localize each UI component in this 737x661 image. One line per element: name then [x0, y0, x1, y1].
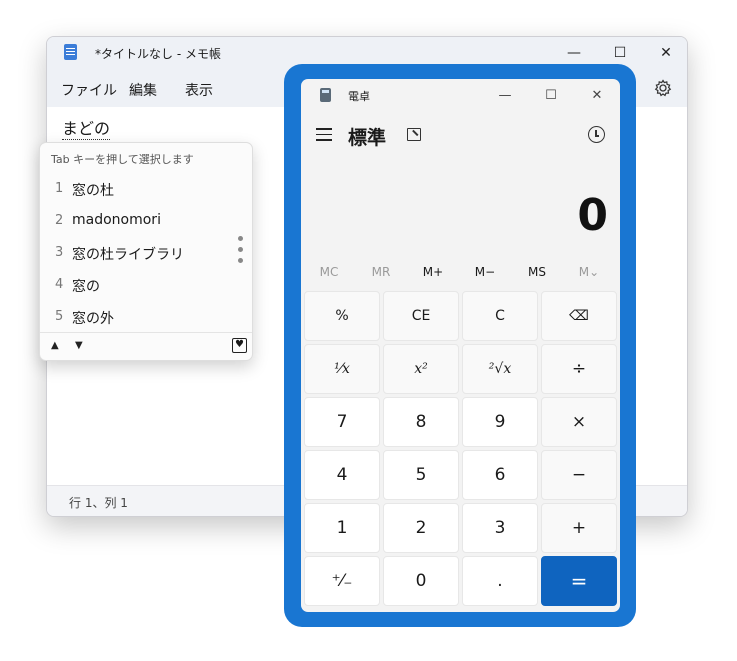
candidate-number: 2: [55, 213, 64, 228]
page-up-icon[interactable]: ▲: [51, 340, 59, 351]
candidate-number: 4: [55, 277, 64, 292]
multiply-button[interactable]: ×: [541, 397, 617, 447]
page-down-icon[interactable]: ▼: [75, 340, 83, 351]
memory-store-button[interactable]: MS: [511, 265, 563, 279]
digit-3-button[interactable]: 3: [462, 503, 538, 553]
ime-hint: Tab キーを押して選択します: [51, 153, 194, 166]
ime-candidate-window: Tab キーを押して選択します 1 窓の杜 2 madonomori 3 窓の杜…: [39, 142, 253, 361]
digit-5-button[interactable]: 5: [383, 450, 459, 500]
clear-button[interactable]: C: [462, 291, 538, 341]
hamburger-menu-icon[interactable]: [316, 128, 332, 141]
close-button[interactable]: ✕: [574, 79, 620, 111]
candidate-number: 1: [55, 181, 64, 196]
candidate-item[interactable]: 4 窓の: [40, 269, 230, 301]
candidate-item[interactable]: 2 madonomori: [40, 205, 230, 237]
equals-button[interactable]: =: [541, 556, 617, 606]
divide-button[interactable]: ÷: [541, 344, 617, 394]
calculator-titlebar[interactable]: 電卓 — ☐ ✕: [301, 79, 620, 111]
digit-0-button[interactable]: 0: [383, 556, 459, 606]
digit-9-button[interactable]: 9: [462, 397, 538, 447]
negate-button[interactable]: ⁺⁄₋: [304, 556, 380, 606]
notepad-title: *タイトルなし - メモ帳: [95, 47, 221, 61]
digit-2-button[interactable]: 2: [383, 503, 459, 553]
gear-icon[interactable]: [653, 78, 673, 98]
more-options-icon[interactable]: [238, 236, 244, 270]
add-button[interactable]: +: [541, 503, 617, 553]
candidate-item[interactable]: 3 窓の杜ライブラリ: [40, 237, 230, 269]
subtract-button[interactable]: −: [541, 450, 617, 500]
mode-title: 標準: [348, 127, 387, 149]
favorite-icon[interactable]: ♥: [232, 338, 247, 353]
close-button[interactable]: ✕: [643, 37, 687, 69]
menu-edit[interactable]: 編集: [129, 80, 157, 100]
calculator-app-icon: [320, 88, 331, 102]
digit-6-button[interactable]: 6: [462, 450, 538, 500]
memory-clear-button[interactable]: MC: [303, 265, 355, 279]
calculator-title: 電卓: [348, 90, 370, 103]
memory-add-button[interactable]: M+: [407, 265, 459, 279]
minimize-button[interactable]: —: [482, 79, 528, 111]
keypad: % CE C ⌫ ¹⁄x x² ²√x ÷ 7 8 9 × 4 5 6 − 1 …: [304, 291, 617, 608]
result-display: 0: [577, 190, 608, 241]
reciprocal-button[interactable]: ¹⁄x: [304, 344, 380, 394]
keep-on-top-icon[interactable]: [407, 128, 421, 141]
candidate-item[interactable]: 5 窓の外: [40, 301, 230, 333]
clear-entry-button[interactable]: CE: [383, 291, 459, 341]
candidate-word: 窓の杜ライブラリ: [72, 247, 184, 263]
notepad-app-icon: [64, 44, 77, 60]
candidate-item[interactable]: 1 窓の杜: [40, 173, 230, 205]
percent-button[interactable]: %: [304, 291, 380, 341]
candidate-number: 3: [55, 245, 64, 260]
candidate-word: madonomori: [72, 212, 161, 228]
calculator-window: 電卓 — ☐ ✕ 標準 0 MC MR M+ M− MS M⌄ % CE C ⌫…: [301, 79, 620, 612]
digit-8-button[interactable]: 8: [383, 397, 459, 447]
square-root-button[interactable]: ²√x: [462, 344, 538, 394]
memory-recall-button[interactable]: MR: [355, 265, 407, 279]
memory-row: MC MR M+ M− MS M⌄: [303, 259, 618, 287]
candidate-number: 5: [55, 309, 64, 324]
digit-4-button[interactable]: 4: [304, 450, 380, 500]
memory-subtract-button[interactable]: M−: [459, 265, 511, 279]
decimal-button[interactable]: .: [462, 556, 538, 606]
menu-view[interactable]: 表示: [185, 80, 213, 100]
menu-file[interactable]: ファイル: [61, 80, 117, 100]
backspace-icon[interactable]: ⌫: [541, 291, 617, 341]
maximize-button[interactable]: ☐: [528, 79, 574, 111]
editor-text: まどの: [62, 119, 111, 140]
cursor-position: 行 1、列 1: [69, 496, 128, 510]
memory-list-button[interactable]: M⌄: [563, 265, 615, 279]
candidate-word: 窓の杜: [72, 183, 114, 199]
candidate-word: 窓の: [72, 279, 100, 295]
square-button[interactable]: x²: [383, 344, 459, 394]
digit-7-button[interactable]: 7: [304, 397, 380, 447]
ime-footer: ▲ ▼ ♥: [40, 332, 252, 360]
candidate-word: 窓の外: [72, 311, 114, 327]
history-icon[interactable]: [588, 126, 605, 143]
digit-1-button[interactable]: 1: [304, 503, 380, 553]
